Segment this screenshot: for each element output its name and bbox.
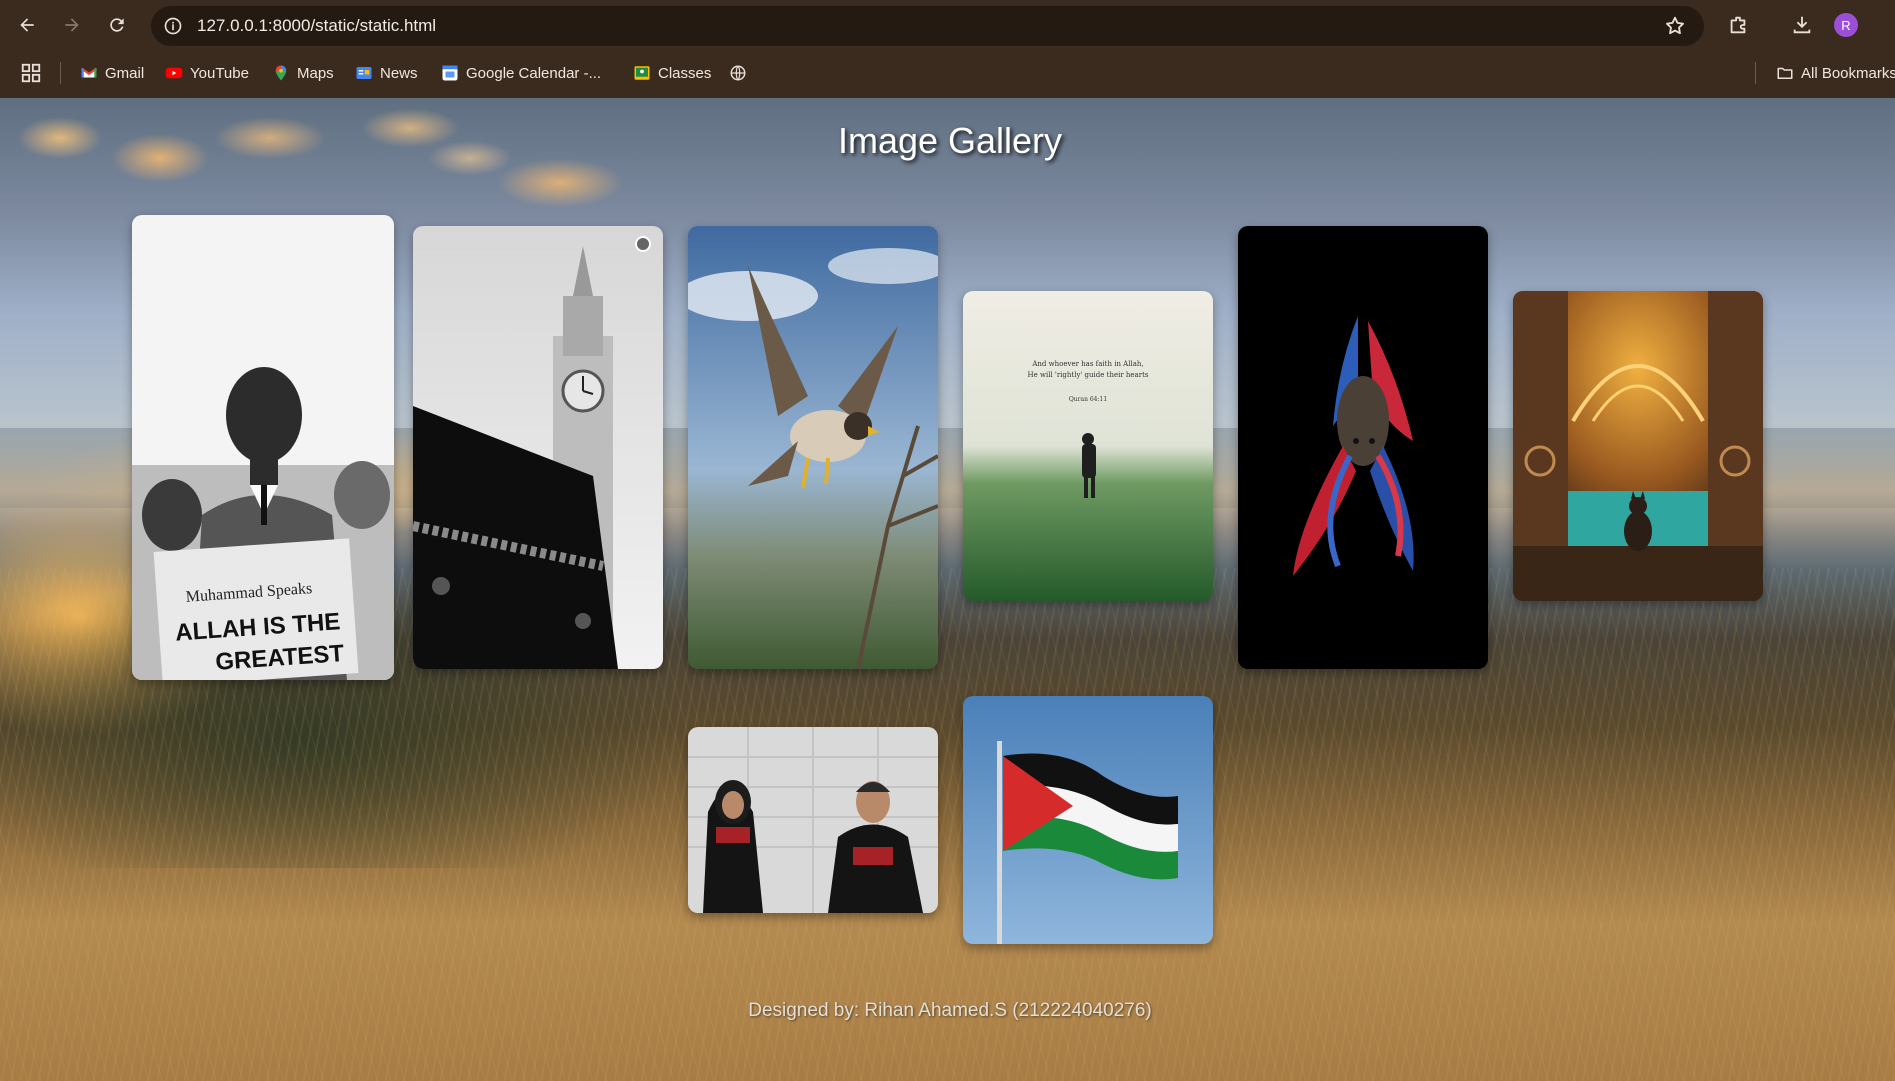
- gallery-image-kaaba-clock-tower[interactable]: [413, 226, 663, 669]
- bookmark-classes[interactable]: Classes: [633, 61, 711, 85]
- bookmarks-divider: [60, 62, 61, 84]
- verse-line-2: He will 'rightly' guide their hearts: [1028, 371, 1149, 379]
- gallery-image-quran-verse-field[interactable]: And whoever has faith in Allah, He will …: [963, 291, 1213, 601]
- bookmark-google-calendar[interactable]: Google Calendar -...: [441, 61, 601, 85]
- verse-reference: Quran 64:11: [1069, 396, 1107, 403]
- betta-fish-photo: [1238, 226, 1488, 669]
- address-bar[interactable]: 127.0.0.1:8000/static/static.html: [151, 6, 1704, 46]
- bookmark-label: Gmail: [105, 64, 145, 82]
- gallery-image-mosque-interior-cat[interactable]: [1513, 291, 1763, 601]
- bookmark-label: Maps: [297, 64, 334, 82]
- bookmark-gmail[interactable]: Gmail: [80, 61, 144, 85]
- classroom-icon: [634, 66, 650, 80]
- browser-toolbar: 127.0.0.1:8000/static/static.html R: [0, 0, 1895, 50]
- gmail-icon: [80, 67, 98, 78]
- bookmark-label: Google Calendar -...: [466, 64, 602, 82]
- back-button[interactable]: [12, 10, 42, 40]
- apps-grid-icon[interactable]: [20, 61, 42, 85]
- bookmark-globe[interactable]: [729, 61, 754, 85]
- gallery-image-fighters-portrait[interactable]: [688, 727, 938, 913]
- bookmark-news[interactable]: News: [355, 61, 418, 85]
- bookmarks-bar: Gmail YouTube Maps News Google Calendar …: [0, 50, 1895, 96]
- gallery-image-boxer-newspaper[interactable]: Muhammad Speaks ALLAH IS THE GREATEST: [132, 215, 394, 680]
- download-icon[interactable]: [1789, 12, 1815, 38]
- bookmark-star-icon[interactable]: [1664, 15, 1686, 37]
- news-icon: [356, 67, 372, 79]
- palestine-flag-photo: [963, 696, 1213, 944]
- youtube-icon: [165, 67, 183, 79]
- all-bookmarks-button[interactable]: All Bookmarks: [1776, 61, 1895, 85]
- bookmark-label: Classes: [658, 64, 712, 82]
- maps-icon: [275, 65, 287, 81]
- bookmark-label: News: [380, 64, 418, 82]
- fighters-portrait-photo: [688, 727, 938, 913]
- arrow-right-icon: [65, 18, 79, 32]
- page-title: Image Gallery: [837, 120, 1063, 161]
- globe-icon: [730, 65, 746, 81]
- extensions-icon[interactable]: [1725, 12, 1751, 38]
- forward-button[interactable]: [57, 10, 87, 40]
- gallery-image-falcon[interactable]: [688, 226, 938, 669]
- folder-icon: [1777, 67, 1793, 79]
- bookmarks-divider: [1755, 62, 1756, 84]
- gallery-image-betta-fish[interactable]: [1238, 226, 1488, 669]
- arrow-left-icon: [20, 18, 34, 32]
- bookmark-label: All Bookmarks: [1801, 64, 1895, 82]
- site-info-icon[interactable]: [161, 14, 185, 38]
- boxer-newspaper-photo: Muhammad Speaks ALLAH IS THE GREATEST: [132, 215, 394, 680]
- bookmark-maps[interactable]: Maps: [272, 61, 334, 85]
- page-footer: Designed by: Rihan Ahamed.S (21222404027…: [748, 1000, 1152, 1021]
- reload-icon: [110, 18, 124, 32]
- falcon-photo: [688, 226, 938, 669]
- kaaba-clock-tower-photo: [413, 226, 663, 669]
- calendar-icon: [442, 65, 458, 81]
- verse-line-1: And whoever has faith in Allah,: [1031, 360, 1143, 368]
- gallery-image-palestine-flag[interactable]: [963, 696, 1213, 944]
- mosque-interior-cat-photo: [1513, 291, 1763, 601]
- bookmark-label: YouTube: [190, 64, 249, 82]
- reload-button[interactable]: [102, 10, 132, 40]
- gallery-page: Image Gallery Muhammad Speaks ALLAH IS T…: [0, 98, 1895, 1081]
- profile-avatar[interactable]: R: [1834, 13, 1858, 37]
- url-text[interactable]: 127.0.0.1:8000/static/static.html: [197, 6, 436, 46]
- browser-chrome: 127.0.0.1:8000/static/static.html R Gmai…: [0, 0, 1895, 98]
- bookmark-youtube[interactable]: YouTube: [165, 61, 249, 85]
- quran-verse-field-photo: And whoever has faith in Allah, He will …: [963, 291, 1213, 601]
